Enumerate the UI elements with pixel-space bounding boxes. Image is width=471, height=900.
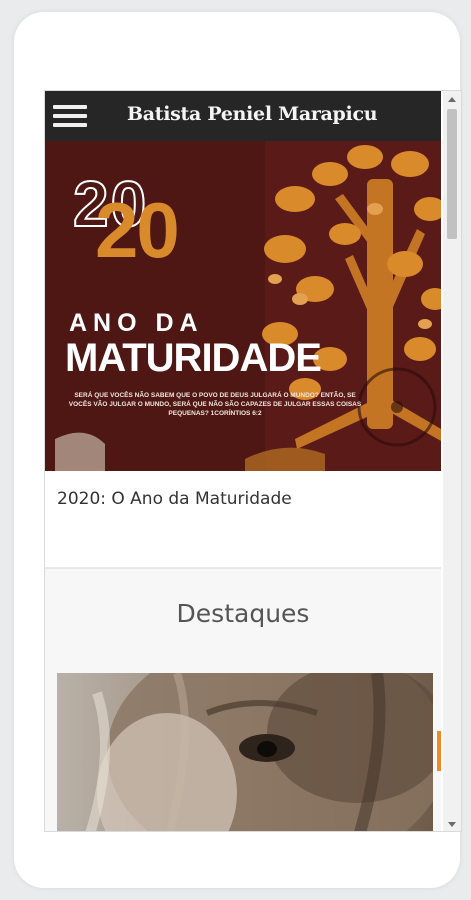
banner-line-1: ANO DA bbox=[69, 309, 204, 337]
hamburger-menu-icon[interactable] bbox=[53, 105, 87, 129]
lion-photo bbox=[57, 673, 433, 831]
browser-viewport: 20 20 ANO DA MATURIDADE SERÁ QUE VOCÊS N… bbox=[44, 90, 462, 832]
banner-verse: SERÁ QUE VOCÊS NÃO SABEM QUE O POVO DE D… bbox=[68, 392, 362, 417]
phone-frame: 20 20 ANO DA MATURIDADE SERÁ QUE VOCÊS N… bbox=[14, 12, 462, 888]
post-title-link[interactable]: 2020: O Ano da Maturidade bbox=[57, 489, 292, 509]
banner-year-bold: 20 bbox=[95, 186, 180, 274]
site-header: Batista Peniel Marapicu bbox=[45, 91, 441, 141]
carousel-indicator[interactable] bbox=[437, 731, 441, 771]
scroll-down-arrow-icon[interactable] bbox=[448, 822, 456, 827]
vertical-scrollbar[interactable] bbox=[443, 91, 461, 831]
scrollbar-thumb[interactable] bbox=[447, 109, 457, 239]
page-content: 20 20 ANO DA MATURIDADE SERÁ QUE VOCÊS N… bbox=[45, 91, 441, 831]
banner-line-2: MATURIDADE bbox=[65, 336, 322, 380]
scroll-up-arrow-icon[interactable] bbox=[448, 97, 456, 102]
site-title[interactable]: Batista Peniel Marapicu bbox=[127, 103, 378, 125]
highlight-image[interactable] bbox=[57, 673, 433, 831]
highlights-heading: Destaques bbox=[176, 599, 310, 628]
section-divider bbox=[45, 567, 441, 569]
featured-banner-image[interactable]: 20 20 ANO DA MATURIDADE SERÁ QUE VOCÊS N… bbox=[45, 139, 441, 471]
